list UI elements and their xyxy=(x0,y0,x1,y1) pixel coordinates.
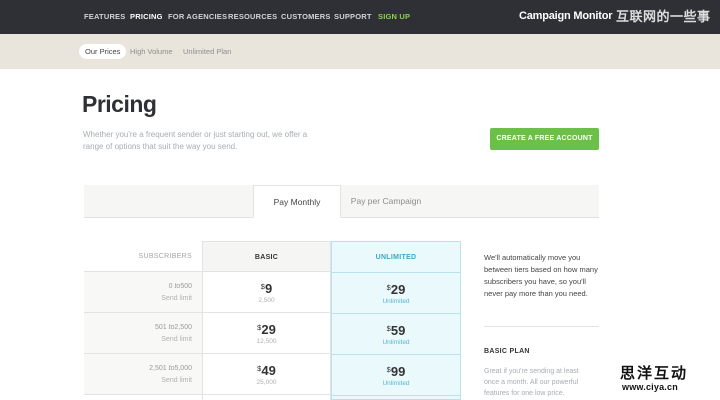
nav-sign-up-link[interactable]: SIGN UP xyxy=(378,12,410,21)
divider xyxy=(484,326,599,327)
page-title: Pricing xyxy=(82,91,157,117)
unlimited-send-limit: Unlimited xyxy=(382,380,410,387)
table-row: $49 25,000 xyxy=(203,354,330,395)
basic-plan-description: Great if you're sending at least once a … xyxy=(484,368,579,397)
table-row: $59 Unlimited xyxy=(332,314,460,355)
price-amount: 29 xyxy=(390,282,406,297)
range-to: 500 xyxy=(180,283,192,290)
table-row: $29 12,500 xyxy=(203,313,330,354)
subnav-unlimited-plan[interactable]: Unlimited Plan xyxy=(183,47,231,56)
pricing-table: SUBSCRIBERS 0 to500 Send limit 501 to2,5… xyxy=(84,241,461,400)
price-amount: 99 xyxy=(390,364,406,379)
intro-text: Whether you're a frequent sender or just… xyxy=(83,130,308,151)
nav-for-agencies-link[interactable]: FOR AGENCIES xyxy=(168,12,227,21)
brand-logo[interactable]: Campaign Monitor xyxy=(519,10,613,22)
table-row: $9 2,500 xyxy=(203,272,330,313)
table-row: $99 Unlimited xyxy=(332,355,460,396)
nav-support-link[interactable]: SUPPORT xyxy=(334,12,372,21)
basic-send-limit: 25,000 xyxy=(256,379,277,386)
send-limit-label: Send limit xyxy=(161,377,192,384)
unlimited-header: UNLIMITED xyxy=(332,242,460,273)
send-limit-label: Send limit xyxy=(161,336,192,343)
subnav-our-prices[interactable]: Our Prices xyxy=(79,44,127,59)
watermark-text: 互联网的一些事 xyxy=(616,9,711,24)
basic-send-limit: 12,500 xyxy=(256,338,277,345)
tier-info-text: We'll automatically move you between tie… xyxy=(484,253,598,298)
basic-send-limit: 2,500 xyxy=(258,297,275,304)
tab-pay-per-campaign[interactable]: Pay per Campaign xyxy=(346,185,426,218)
subscribers-header: SUBSCRIBERS xyxy=(84,241,202,272)
create-free-account-button[interactable]: CREATE A FREE ACCOUNT xyxy=(490,128,599,150)
nav-resources-link[interactable]: RESOURCES xyxy=(228,12,277,21)
tab-pay-monthly[interactable]: Pay Monthly xyxy=(253,185,341,218)
price-amount: 49 xyxy=(261,363,276,378)
subscriber-range: 501 to2,500 xyxy=(155,324,192,331)
billing-tabs: Pay Monthly Pay per Campaign xyxy=(84,185,599,218)
subscribers-column: SUBSCRIBERS 0 to500 Send limit 501 to2,5… xyxy=(84,241,202,400)
unlimited-price: $59 xyxy=(332,322,460,340)
table-row: 2,501 to5,000 Send limit xyxy=(84,354,202,395)
range-from: 501 xyxy=(154,324,167,331)
unlimited-price: $29 xyxy=(332,281,460,299)
nav-features-link[interactable]: FEATURES xyxy=(84,12,125,21)
range-to: 5,000 xyxy=(174,365,192,372)
watermark-logo-text: 思洋互动 xyxy=(620,365,689,382)
basic-price: $29 xyxy=(203,321,330,339)
range-to: 2,500 xyxy=(174,324,192,331)
basic-price: $9 xyxy=(203,280,330,298)
subscriber-range: 2,501 to5,000 xyxy=(149,365,192,372)
basic-header: BASIC xyxy=(203,241,330,272)
price-amount: 9 xyxy=(264,281,273,296)
price-amount: 59 xyxy=(390,323,406,338)
unlimited-plan-column: UNLIMITED $29 Unlimited $59 Unlimited $9… xyxy=(331,241,461,400)
table-row: 0 to500 Send limit xyxy=(84,272,202,313)
basic-price: $49 xyxy=(203,362,330,380)
send-limit-label: Send limit xyxy=(161,295,192,302)
basic-plan-column: BASIC $9 2,500 $29 12,500 $49 25,000 xyxy=(202,241,331,400)
sub-navigation: Our Prices High Volume Unlimited Plan xyxy=(0,34,720,69)
range-from: 0 xyxy=(168,283,173,290)
unlimited-send-limit: Unlimited xyxy=(382,298,410,305)
unlimited-price: $99 xyxy=(332,363,460,381)
top-navigation: FEATURES PRICING FOR AGENCIES RESOURCES … xyxy=(0,0,720,34)
range-from: 2,501 xyxy=(149,365,167,372)
table-row: 501 to2,500 Send limit xyxy=(84,313,202,354)
watermark-url: www.ciya.cn xyxy=(622,382,678,392)
nav-pricing-link[interactable]: PRICING xyxy=(130,12,163,21)
table-row: $29 Unlimited xyxy=(332,273,460,314)
subnav-high-volume[interactable]: High Volume xyxy=(130,47,173,56)
subscriber-range: 0 to500 xyxy=(169,283,192,290)
basic-plan-title: BASIC PLAN xyxy=(484,348,530,355)
unlimited-send-limit: Unlimited xyxy=(382,339,410,346)
nav-customers-link[interactable]: CUSTOMERS xyxy=(281,12,331,21)
price-amount: 29 xyxy=(261,322,276,337)
